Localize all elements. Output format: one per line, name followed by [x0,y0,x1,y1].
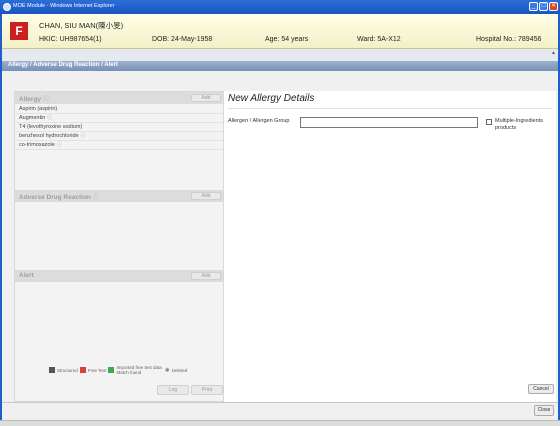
maximize-button[interactable]: □ [539,2,548,11]
module-header: Allergy / Adverse Drug Reaction / Alert [2,61,558,71]
allergy-list: Aspirin (aspirin) Augmentin ⓘ T4 (levothyro… [15,105,223,150]
allergy-list-item[interactable]: benzhexol hydrochloride ⓘ [15,132,223,141]
allergy-name: Augmentin [19,115,46,121]
window-titlebar: MOE Module - Windows Internet Explorer _… [0,0,560,14]
cancel-button[interactable]: Cancel [528,384,554,394]
ie-icon [3,3,11,11]
footer-divider [2,402,558,403]
info-icon[interactable]: ⓘ [57,142,62,148]
patient-age: Age: 54 years [265,36,309,43]
allergy-list-item[interactable]: co-trimoxazole ⓘ [15,141,223,150]
allergy-name: T4 (levothyroxine sodium) [19,124,83,130]
allergy-section-header: Allergy ⓘ Add [15,92,223,104]
info-icon: ⓘ [92,195,99,201]
info-icon[interactable]: ⓘ [81,133,86,139]
log-button[interactable]: Log [157,385,189,395]
legend: Structured Free Text Imported free text … [49,364,187,376]
status-bar [0,420,560,426]
patient-hkic: HKIC: UH987654(1) [39,36,102,43]
left-panel: Allergy ⓘ Add Aspirin (aspirin) Augmentin ⓘ… [14,91,224,402]
patient-dob: DOB: 24-May-1958 [152,36,213,43]
adr-section-header: Adverse Drug Reaction ⓘ Add [15,190,223,202]
multi-ingredient-checkbox[interactable] [486,119,492,125]
legend-structured: Structured [57,367,78,373]
heading-divider [228,108,552,109]
patient-ward: Ward: 5A-X12 [357,36,401,43]
right-panel: New Allergy Details Allergen / Allergen … [224,91,556,402]
allergy-section-title: Allergy ⓘ [19,96,50,103]
allergy-list-item[interactable]: Augmentin ⓘ [15,114,223,123]
alert-section-header: Alert Add [15,270,223,282]
window-frame-left [0,14,2,420]
close-window-button[interactable]: ✕ [549,2,558,11]
new-allergy-heading: New Allergy Details [228,93,315,104]
adr-section-title: Adverse Drug Reaction ⓘ [19,194,99,201]
structured-swatch [49,367,55,373]
allergy-list-item[interactable]: T4 (levothyroxine sodium) [15,123,223,132]
free-text-swatch [79,367,86,373]
minimize-button[interactable]: _ [529,2,538,11]
legend-free-text: Free Text [87,367,107,373]
close-button[interactable]: Close [534,405,554,416]
deleted-asterisk-icon: ✱ [164,367,170,374]
allergy-name: benzhexol hydrochloride [19,133,79,139]
sex-badge: F [10,22,28,40]
add-adr-button[interactable]: Add [191,192,221,200]
imported-swatch [108,367,115,373]
scroll-up-icon[interactable]: ▲ [551,50,556,56]
module-title: Allergy / Adverse Drug Reaction / Alert [8,62,118,68]
window-title: MOE Module - Windows Internet Explorer [13,3,115,9]
allergy-name: co-trimoxazole [19,142,55,148]
patient-hospital-no: Hospital No.: 789456 [476,36,542,43]
add-allergy-button[interactable]: Add [191,94,221,102]
allergy-name: Aspirin (aspirin) [19,106,58,112]
allergen-input[interactable] [300,117,478,128]
window-controls: _ □ ✕ [529,2,558,11]
info-icon[interactable]: ⓘ [47,115,52,121]
add-alert-button[interactable]: Add [191,272,221,280]
patient-banner: F CHAN, SIU MAN(陳小旻) HKIC: UH987654(1) D… [2,14,558,49]
info-icon: ⓘ [43,97,50,103]
allergen-label: Allergen / Allergen Group [228,118,290,124]
print-button[interactable]: Print [191,385,223,395]
legend-imported: Imported free text data Match found [116,365,162,375]
toolbar-strip: ▲ [2,49,558,61]
multi-ingredient-label: Multiple-Ingredients products [495,118,543,131]
patient-name: CHAN, SIU MAN(陳小旻) [39,21,124,30]
legend-deleted: Deleted [171,367,188,373]
allergy-list-item[interactable]: Aspirin (aspirin) [15,105,223,114]
alert-section-title: Alert [19,272,34,279]
